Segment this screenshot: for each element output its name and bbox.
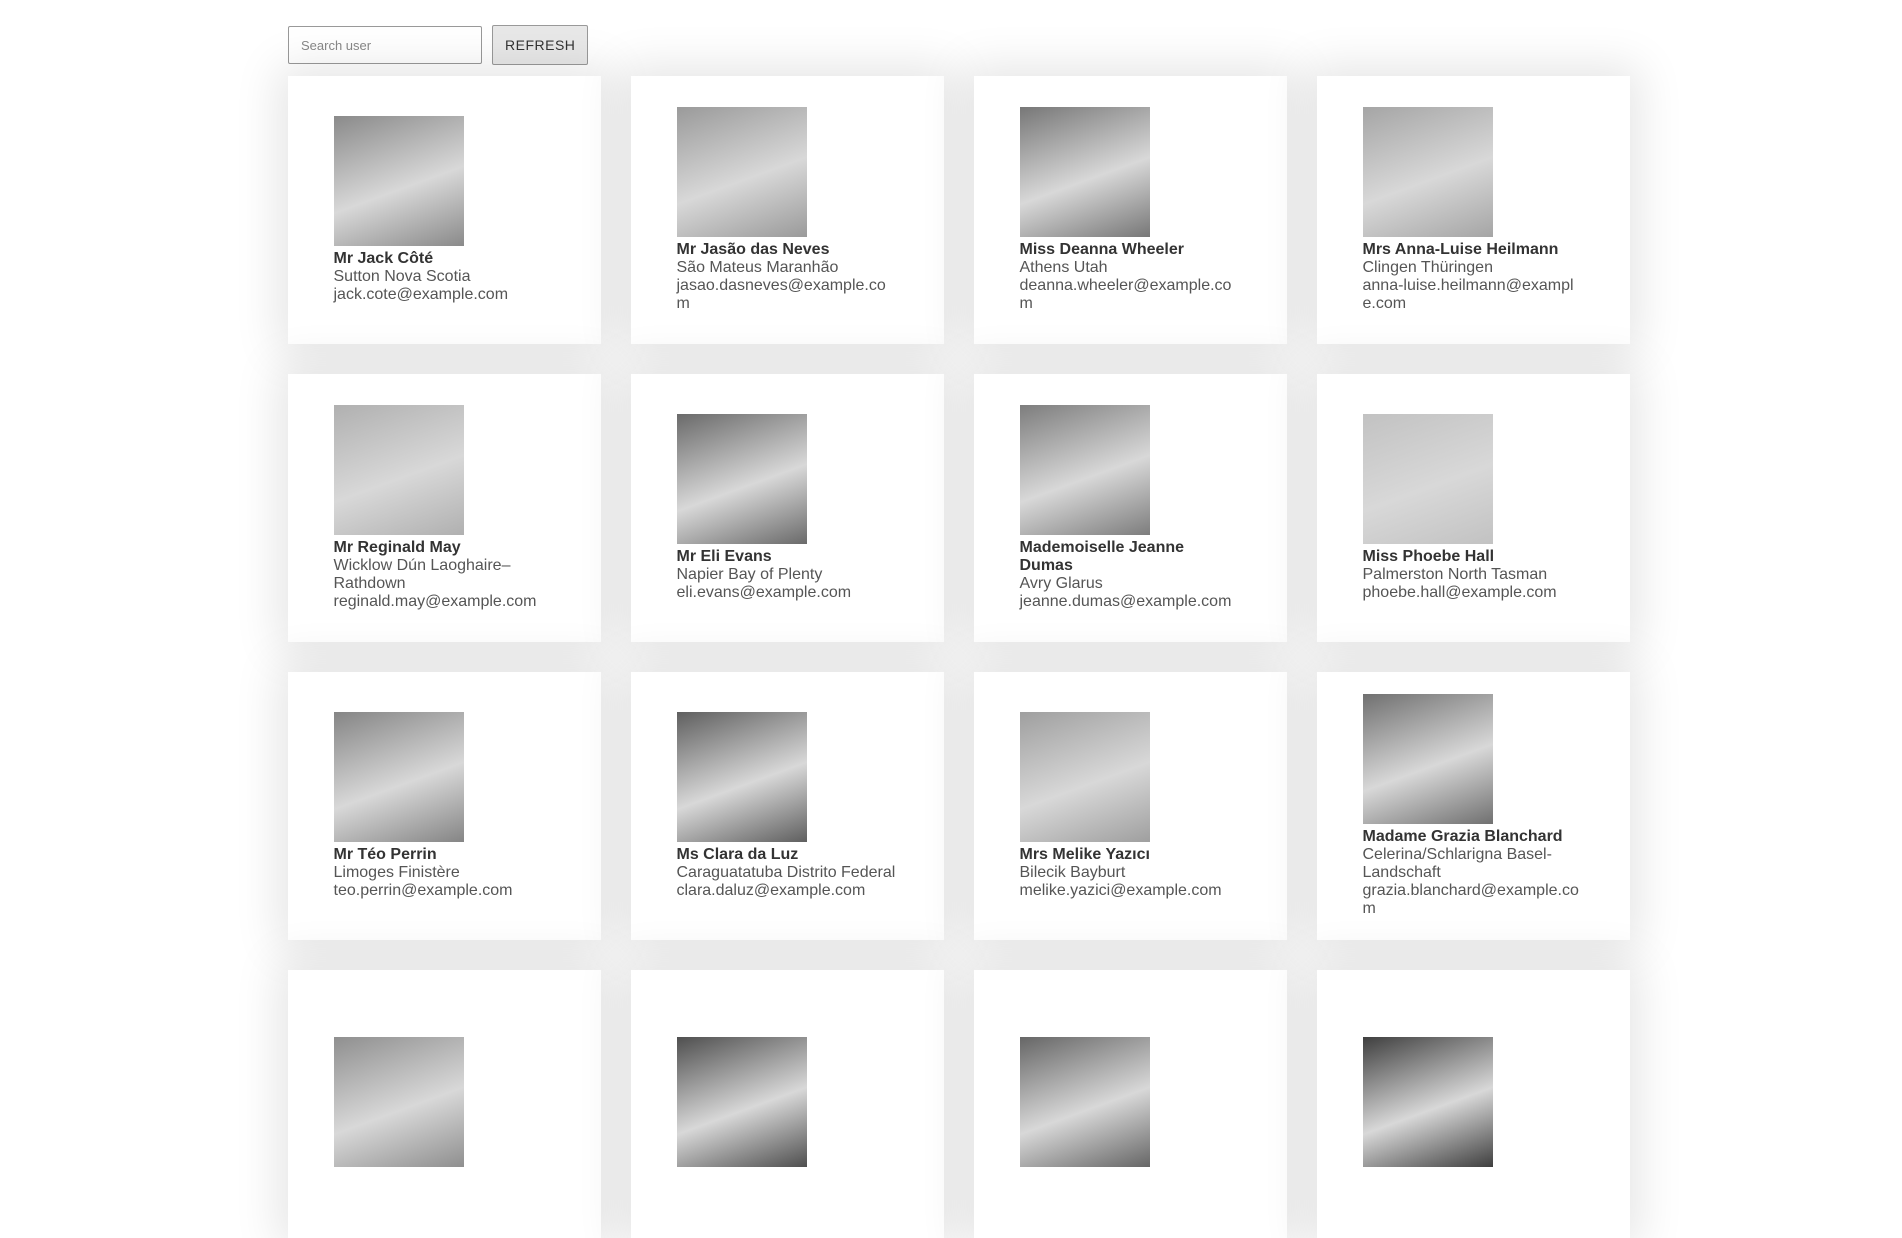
user-name: Miss Deanna Wheeler xyxy=(1019,241,1185,258)
user-card-content: Mr Jasão das Neves São Mateus Maranhão jas… xyxy=(676,107,899,313)
user-photo xyxy=(1019,712,1150,842)
user-card: Ms Clara da Luz Caraguatatuba Distrito Fe… xyxy=(631,672,944,940)
user-name: Mr Jasão das Neves xyxy=(676,241,830,258)
user-location: Sutton Nova Scotia xyxy=(333,268,471,285)
user-name: Mr Reginald May xyxy=(333,539,461,556)
user-photo xyxy=(333,712,464,842)
refresh-button[interactable]: REFRESH xyxy=(492,25,589,65)
user-location: São Mateus Maranhão xyxy=(676,259,839,276)
user-email: jack.cote@example.com xyxy=(333,286,509,303)
user-card: Mademoiselle Jeanne Dumas Avry Glarus jean… xyxy=(974,374,1287,642)
user-photo xyxy=(1362,1037,1493,1167)
user-photo xyxy=(1019,1037,1150,1167)
user-name: Miss Phoebe Hall xyxy=(1362,548,1495,565)
user-card: Mrs Anna-Luise Heilmann Clingen Thüringen… xyxy=(1317,76,1630,344)
user-photo xyxy=(676,107,807,237)
user-email: reginald.may@example.com xyxy=(333,593,537,610)
user-directory: REFRESH Mr Jack CôtéSutton Nova Scotiaja… xyxy=(288,0,1636,1238)
user-photo xyxy=(333,116,464,246)
user-card-content: Mr Reginald May Wicklow Dún Laoghaire–Rat… xyxy=(333,405,556,611)
user-email: melike.yazici@example.com xyxy=(1019,882,1222,899)
user-card-content: Mr Jack Côté Sutton Nova Scotia jack.cote@… xyxy=(333,116,556,304)
user-card-content: Madame Grazia Blanchard Celerina/Schlarig… xyxy=(1362,694,1585,918)
user-location: Avry Glarus xyxy=(1019,575,1103,592)
user-name: Mrs Melike Yazıcı xyxy=(1019,846,1150,863)
toolbar: REFRESH xyxy=(288,25,589,65)
user-card xyxy=(288,970,601,1238)
user-card-content: Mr Eli Evans Napier Bay of Plenty eli.evan… xyxy=(676,414,899,602)
user-card-content: Miss Deanna Wheeler Athens Utah deanna.whe… xyxy=(1019,107,1242,313)
user-card-content xyxy=(1362,1037,1585,1171)
user-email: clara.daluz@example.com xyxy=(676,882,866,899)
user-card: Mrs Melike Yazıcı Bilecik Bayburt melike.y… xyxy=(974,672,1287,940)
user-card-content: Ms Clara da Luz Caraguatatuba Distrito Fe… xyxy=(676,712,899,900)
user-name: Mr Téo Perrin xyxy=(333,846,437,863)
user-card: Miss Phoebe Hall Palmerston North Tasman p… xyxy=(1317,374,1630,642)
user-card: Mr Reginald May Wicklow Dún Laoghaire–Rat… xyxy=(288,374,601,642)
user-photo xyxy=(1362,694,1493,824)
user-location: Wicklow Dún Laoghaire–Rathdown xyxy=(333,557,511,592)
user-card-content: Mademoiselle Jeanne Dumas Avry Glarus jean… xyxy=(1019,405,1242,611)
user-card-content: Mrs Anna-Luise Heilmann Clingen Thüringen… xyxy=(1362,107,1585,313)
search-input[interactable] xyxy=(288,26,482,64)
user-location: Napier Bay of Plenty xyxy=(676,566,823,583)
user-email: anna-luise.heilmann@example.com xyxy=(1362,277,1574,312)
user-card-content xyxy=(676,1037,899,1171)
user-location: Athens Utah xyxy=(1019,259,1108,276)
user-card: Mr Eli Evans Napier Bay of Plenty eli.evan… xyxy=(631,374,944,642)
user-card: Madame Grazia Blanchard Celerina/Schlarig… xyxy=(1317,672,1630,940)
user-location: Caraguatatuba Distrito Federal xyxy=(676,864,896,881)
user-card xyxy=(1317,970,1630,1238)
user-photo xyxy=(1019,107,1150,237)
user-name: Mr Jack Côté xyxy=(333,250,434,267)
user-card-content: Mr Téo Perrin Limoges Finistère teo.perrin… xyxy=(333,712,556,900)
user-email: deanna.wheeler@example.com xyxy=(1019,277,1232,312)
user-name: Ms Clara da Luz xyxy=(676,846,799,863)
user-location: Limoges Finistère xyxy=(333,864,460,881)
user-photo xyxy=(676,712,807,842)
user-photo xyxy=(676,1037,807,1167)
user-email: phoebe.hall@example.com xyxy=(1362,584,1557,601)
user-card: Mr Jack Côté Sutton Nova Scotia jack.cote@… xyxy=(288,76,601,344)
user-card: Miss Deanna Wheeler Athens Utah deanna.whe… xyxy=(974,76,1287,344)
user-card-content: Mrs Melike Yazıcı Bilecik Bayburt melike.y… xyxy=(1019,712,1242,900)
user-card: Mr Jasão das Neves São Mateus Maranhão jas… xyxy=(631,76,944,344)
user-photo xyxy=(1362,414,1493,544)
user-card xyxy=(631,970,944,1238)
user-name: Mr Eli Evans xyxy=(676,548,772,565)
user-card-grid: Mr Jack Côté Sutton Nova Scotia jack.cote@… xyxy=(288,76,1630,1238)
user-email: jeanne.dumas@example.com xyxy=(1019,593,1232,610)
user-name: Madame Grazia Blanchard xyxy=(1362,828,1563,845)
user-name: Mrs Anna-Luise Heilmann xyxy=(1362,241,1559,258)
user-location: Palmerston North Tasman xyxy=(1362,566,1548,583)
user-photo xyxy=(333,405,464,535)
user-card: Mr Téo Perrin Limoges Finistère teo.perrin… xyxy=(288,672,601,940)
user-card-content xyxy=(1019,1037,1242,1171)
user-email: teo.perrin@example.com xyxy=(333,882,513,899)
user-photo xyxy=(333,1037,464,1167)
user-photo xyxy=(676,414,807,544)
user-location: Clingen Thüringen xyxy=(1362,259,1493,276)
user-location: Bilecik Bayburt xyxy=(1019,864,1126,881)
user-email: eli.evans@example.com xyxy=(676,584,852,601)
user-card-content: Miss Phoebe Hall Palmerston North Tasman p… xyxy=(1362,414,1585,602)
user-email: grazia.blanchard@example.com xyxy=(1362,882,1579,917)
user-photo xyxy=(1362,107,1493,237)
user-location: Celerina/Schlarigna Basel-Landschaft xyxy=(1362,846,1552,881)
user-card-content xyxy=(333,1037,556,1171)
user-name: Mademoiselle Jeanne Dumas xyxy=(1019,539,1185,574)
user-photo xyxy=(1019,405,1150,535)
user-card xyxy=(974,970,1287,1238)
user-email: jasao.dasneves@example.com xyxy=(676,277,886,312)
